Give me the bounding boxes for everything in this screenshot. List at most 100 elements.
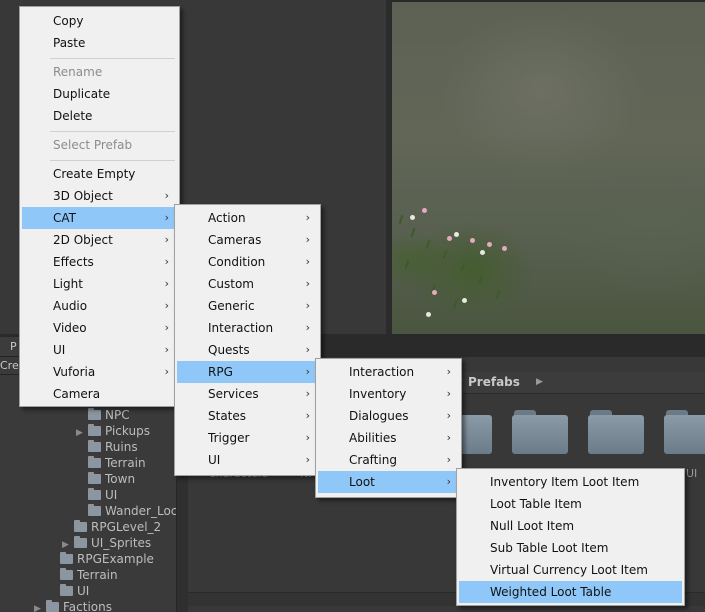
menu-item-label: Delete bbox=[53, 109, 93, 123]
menu-item-dialogues[interactable]: Dialogues › bbox=[318, 405, 459, 427]
grid-item-label: UI bbox=[686, 467, 698, 480]
menu-item-duplicate[interactable]: Duplicate bbox=[22, 83, 177, 105]
menu-item-label: Audio bbox=[53, 299, 88, 313]
menu-item-action[interactable]: Action › bbox=[177, 207, 318, 229]
context-menu: Copy Paste Rename Duplicate Delete Selec… bbox=[19, 6, 180, 407]
folder-icon[interactable] bbox=[588, 410, 644, 454]
hierarchy-tab-label: P bbox=[10, 340, 17, 353]
menu-item-interaction[interactable]: Interaction › bbox=[318, 361, 459, 383]
menu-item-effects[interactable]: Effects › bbox=[22, 251, 177, 273]
menu-item-rename: Rename bbox=[22, 61, 177, 83]
menu-item-2d-object[interactable]: 2D Object › bbox=[22, 229, 177, 251]
menu-item-abilities[interactable]: Abilities › bbox=[318, 427, 459, 449]
menu-item-label: States bbox=[208, 409, 247, 423]
tree-item[interactable]: UI bbox=[48, 583, 89, 599]
menu-item-ui[interactable]: UI › bbox=[177, 449, 318, 471]
folder-icon bbox=[88, 504, 101, 516]
menu-item-delete[interactable]: Delete bbox=[22, 105, 177, 127]
chevron-right-icon: › bbox=[446, 365, 451, 378]
tree-item[interactable]: Terrain bbox=[48, 567, 118, 583]
tree-item[interactable]: ▶ Factions bbox=[34, 599, 112, 612]
tree-item[interactable]: ▶ Pickups bbox=[76, 423, 150, 439]
menu-item-loot[interactable]: Loot › bbox=[318, 471, 459, 493]
menu-item-label: Loot bbox=[349, 475, 375, 489]
chevron-right-icon: › bbox=[164, 343, 169, 356]
tree-item[interactable]: Ruins bbox=[76, 439, 138, 455]
folder-icon bbox=[60, 568, 73, 580]
tree-item[interactable]: RPGLevel_2 bbox=[62, 519, 161, 535]
menu-item-loot-table-item[interactable]: Loot Table Item bbox=[459, 493, 682, 515]
menu-item-3d-object[interactable]: 3D Object › bbox=[22, 185, 177, 207]
menu-item-audio[interactable]: Audio › bbox=[22, 295, 177, 317]
loot-submenu: Inventory Item Loot Item Loot Table Item… bbox=[456, 468, 685, 606]
triangle-right-icon[interactable]: ▶ bbox=[34, 601, 46, 612]
folder-icon[interactable] bbox=[512, 410, 568, 454]
menu-item-ui[interactable]: UI › bbox=[22, 339, 177, 361]
menu-item-cameras[interactable]: Cameras › bbox=[177, 229, 318, 251]
menu-item-services[interactable]: Services › bbox=[177, 383, 318, 405]
tree-item[interactable]: NPC bbox=[76, 407, 130, 423]
chevron-right-icon: › bbox=[305, 277, 310, 290]
menu-item-label: Paste bbox=[53, 36, 86, 50]
menu-item-create-empty[interactable]: Create Empty bbox=[22, 163, 177, 185]
folder-icon bbox=[88, 488, 101, 500]
folder-icon bbox=[88, 408, 101, 420]
menu-item-video[interactable]: Video › bbox=[22, 317, 177, 339]
scene-view[interactable] bbox=[392, 0, 705, 334]
menu-item-generic[interactable]: Generic › bbox=[177, 295, 318, 317]
menu-item-copy[interactable]: Copy bbox=[22, 10, 177, 32]
tree-item[interactable]: Terrain bbox=[76, 455, 146, 471]
chevron-right-icon: › bbox=[305, 343, 310, 356]
menu-item-label: Duplicate bbox=[53, 87, 111, 101]
menu-item-states[interactable]: States › bbox=[177, 405, 318, 427]
menu-item-light[interactable]: Light › bbox=[22, 273, 177, 295]
chevron-right-icon: › bbox=[164, 255, 169, 268]
breadcrumb-item-prefabs[interactable]: Prefabs bbox=[468, 375, 520, 389]
menu-item-rpg[interactable]: RPG › bbox=[177, 361, 318, 383]
folder-icon[interactable] bbox=[664, 410, 705, 454]
tree-item[interactable]: ▶ UI_Sprites bbox=[62, 535, 151, 551]
menu-item-cat[interactable]: CAT › bbox=[22, 207, 177, 229]
menu-item-label: Abilities bbox=[349, 431, 397, 445]
menu-item-quests[interactable]: Quests › bbox=[177, 339, 318, 361]
tree-item-label: UI bbox=[105, 488, 118, 502]
menu-item-label: Interaction bbox=[349, 365, 415, 379]
tree-item[interactable]: RPGExample bbox=[48, 551, 154, 567]
tree-item[interactable]: Wander_Loc bbox=[76, 503, 176, 519]
menu-item-condition[interactable]: Condition › bbox=[177, 251, 318, 273]
menu-item-custom[interactable]: Custom › bbox=[177, 273, 318, 295]
menu-item-virtual-currency-loot-item[interactable]: Virtual Currency Loot Item bbox=[459, 559, 682, 581]
menu-item-label: Quests bbox=[208, 343, 250, 357]
chevron-right-icon: › bbox=[164, 321, 169, 334]
create-button[interactable]: Cre bbox=[0, 359, 19, 372]
menu-item-weighted-loot-table[interactable]: Weighted Loot Table bbox=[459, 581, 682, 603]
menu-item-label: Sub Table Loot Item bbox=[490, 541, 609, 555]
chevron-right-icon: › bbox=[305, 233, 310, 246]
menu-item-null-loot-item[interactable]: Null Loot Item bbox=[459, 515, 682, 537]
tree-item[interactable]: UI bbox=[76, 487, 117, 503]
menu-item-sub-table-loot-item[interactable]: Sub Table Loot Item bbox=[459, 537, 682, 559]
menu-item-paste[interactable]: Paste bbox=[22, 32, 177, 54]
menu-item-label: Interaction bbox=[208, 321, 274, 335]
menu-item-label: 3D Object bbox=[53, 189, 113, 203]
chevron-right-icon: › bbox=[446, 475, 451, 488]
menu-item-inventory[interactable]: Inventory › bbox=[318, 383, 459, 405]
folder-icon bbox=[88, 440, 101, 452]
menu-item-trigger[interactable]: Trigger › bbox=[177, 427, 318, 449]
menu-item-inventory-item-loot-item[interactable]: Inventory Item Loot Item bbox=[459, 471, 682, 493]
chevron-right-icon: › bbox=[305, 409, 310, 422]
folder-icon bbox=[88, 424, 101, 436]
menu-item-label: Null Loot Item bbox=[490, 519, 575, 533]
menu-item-interaction[interactable]: Interaction › bbox=[177, 317, 318, 339]
folder-icon bbox=[60, 584, 73, 596]
tree-item-label: Pickups bbox=[105, 424, 150, 438]
menu-item-label: Action bbox=[208, 211, 246, 225]
menu-item-camera[interactable]: Camera bbox=[22, 383, 177, 405]
menu-item-label: Copy bbox=[53, 14, 84, 28]
menu-item-vuforia[interactable]: Vuforia › bbox=[22, 361, 177, 383]
menu-item-label: Camera bbox=[53, 387, 101, 401]
tree-item[interactable]: Town bbox=[76, 471, 135, 487]
menu-item-label: Video bbox=[53, 321, 87, 335]
menu-item-crafting[interactable]: Crafting › bbox=[318, 449, 459, 471]
menu-item-label: Rename bbox=[53, 65, 103, 79]
